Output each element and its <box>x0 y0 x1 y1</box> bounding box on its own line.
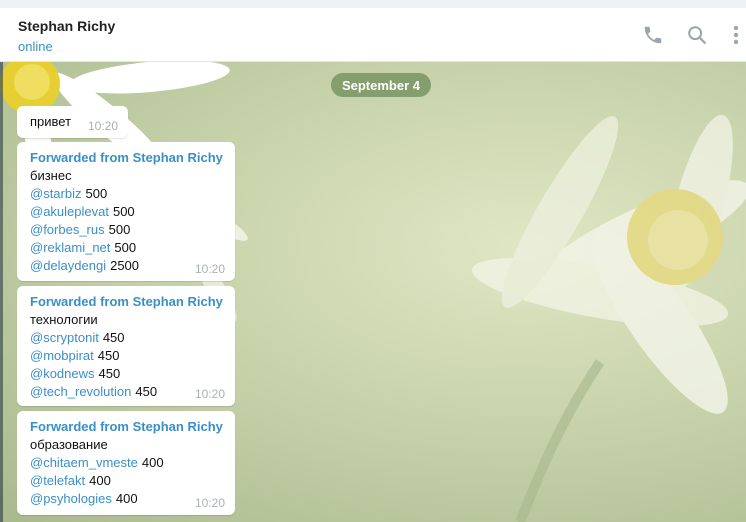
window-top-strip <box>0 0 746 8</box>
window-left-edge <box>0 62 3 522</box>
message-time: 10:20 <box>87 119 118 133</box>
channel-link[interactable]: @kodnews <box>30 366 95 381</box>
item-count: 2500 <box>110 258 140 273</box>
channel-link[interactable]: @delaydengi <box>30 258 106 273</box>
channel-link[interactable]: @akuleplevat <box>30 204 109 219</box>
phone-icon[interactable] <box>640 22 666 48</box>
message-title: технологии <box>30 312 98 327</box>
forwarded-from-link[interactable]: Forwarded from Stephan Richy <box>30 293 235 311</box>
channel-link[interactable]: @psyhologies <box>30 491 112 506</box>
search-icon[interactable] <box>684 22 710 48</box>
message-title: образование <box>30 437 108 452</box>
channel-link[interactable]: @tech_revolution <box>30 384 131 399</box>
item-count: 400 <box>89 473 111 488</box>
item-count: 400 <box>115 491 138 506</box>
channel-link[interactable]: @scryptonit <box>30 330 99 345</box>
channel-link[interactable]: @mobpirat <box>30 348 94 363</box>
item-count: 500 <box>112 204 135 219</box>
forwarded-message-bubble[interactable]: Forwarded from Stephan Richy образование… <box>17 411 235 515</box>
message-time: 10:20 <box>194 496 225 510</box>
list-item: @forbes_rus 500 <box>30 221 235 239</box>
channel-link[interactable]: @chitaem_vmeste <box>30 455 138 470</box>
date-separator: September 4 <box>331 73 431 97</box>
list-item: @chitaem_vmeste 400 <box>30 454 235 472</box>
item-count: 500 <box>108 222 131 237</box>
forwarded-from-link[interactable]: Forwarded from Stephan Richy <box>30 149 235 167</box>
list-item: @kodnews 450 <box>30 365 235 383</box>
message-title: бизнес <box>30 168 72 183</box>
list-item: @akuleplevat 500 <box>30 203 235 221</box>
item-count: 500 <box>114 240 137 255</box>
channel-link[interactable]: @telefakt <box>30 473 85 488</box>
chat-header: Stephan Richy online <box>0 8 746 62</box>
message-bubble[interactable]: привет 10:20 <box>17 106 128 138</box>
message-text: привет <box>30 114 72 129</box>
item-count: 450 <box>98 366 121 381</box>
list-item: @starbiz 500 <box>30 185 235 203</box>
item-count: 400 <box>141 455 164 470</box>
forwarded-message-bubble[interactable]: Forwarded from Stephan Richy бизнес @sta… <box>17 142 235 281</box>
list-item: @telefakt 400 <box>30 472 235 490</box>
more-vertical-icon[interactable] <box>726 22 746 48</box>
list-item: @mobpirat 450 <box>30 347 235 365</box>
channel-link[interactable]: @reklami_net <box>30 240 110 255</box>
list-item: @scryptonit 450 <box>30 329 235 347</box>
forwarded-from-link[interactable]: Forwarded from Stephan Richy <box>30 418 235 436</box>
forwarded-message-bubble[interactable]: Forwarded from Stephan Richy технологии … <box>17 286 235 406</box>
item-count: 450 <box>97 348 120 363</box>
message-time: 10:20 <box>194 387 225 401</box>
item-count: 450 <box>102 330 125 345</box>
channel-link[interactable]: @starbiz <box>30 186 82 201</box>
channel-link[interactable]: @forbes_rus <box>30 222 105 237</box>
item-count: 450 <box>135 384 158 399</box>
item-count: 500 <box>85 186 108 201</box>
message-time: 10:20 <box>194 262 225 276</box>
contact-status: online <box>18 39 53 54</box>
list-item: @reklami_net 500 <box>30 239 235 257</box>
contact-name[interactable]: Stephan Richy <box>18 18 115 34</box>
